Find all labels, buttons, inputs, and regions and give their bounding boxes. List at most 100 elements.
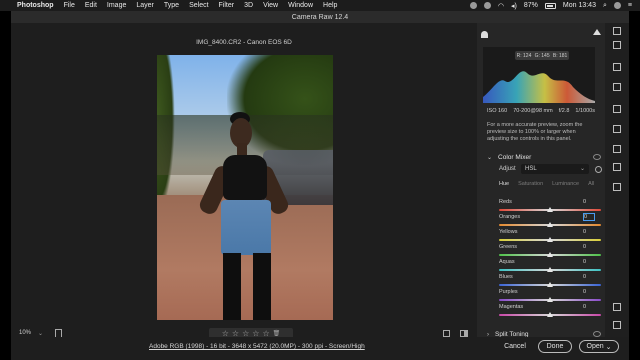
chevron-down-icon[interactable]: ⌄ [487,154,492,161]
slider-thumb[interactable] [547,267,553,272]
exif-aperture: f/2.8 [558,108,570,114]
slider-value[interactable]: 0 [583,244,595,250]
fit-view-icon[interactable] [443,330,450,337]
menu-edit[interactable]: Edit [85,2,97,9]
slider-blues[interactable]: Blues 0 [499,274,601,289]
menu-filter[interactable]: Filter [219,2,235,9]
menu-window[interactable]: Window [288,2,313,9]
slider-thumb[interactable] [547,282,553,287]
tab-luminance[interactable]: Luminance [552,181,579,187]
gradient-icon[interactable] [613,145,621,153]
eyedropper-icon[interactable] [613,303,621,311]
slider-thumb[interactable] [547,237,553,242]
adjust-select-value: HSL [525,166,537,172]
trash-icon[interactable]: 🗑 [273,330,281,337]
clock[interactable]: Mon 13:43 [563,2,596,9]
tab-hue[interactable]: Hue [499,181,509,187]
slider-magentas[interactable]: Magentas 0 [499,304,601,319]
menu-view[interactable]: View [263,2,278,9]
crop-icon[interactable] [613,63,621,71]
search-icon[interactable]: ⌕ [603,2,607,10]
exif-lens: 70-200@98 mm [513,108,553,114]
radial-icon[interactable] [613,163,621,171]
hint-line: preview size to 100% or larger when [487,129,576,135]
before-after-icon[interactable] [460,330,468,337]
slider-thumb[interactable] [547,297,553,302]
list-icon[interactable]: ≡ [628,2,632,9]
slider-value[interactable]: 0 [583,199,595,205]
slider-label: Magentas [499,304,524,310]
volume-icon[interactable]: ◂) [511,2,517,10]
redeye-icon[interactable] [613,125,621,133]
color-mixer-title: Color Mixer [498,154,532,161]
slider-thumb[interactable] [547,222,553,227]
hint-line: adjusting the controls in this panel. [487,136,572,142]
menu-file[interactable]: File [64,2,75,9]
targeted-adjustment-icon[interactable] [595,166,602,173]
slider-yellows[interactable]: Yellows 0 [499,229,601,244]
battery-icon[interactable] [544,2,556,9]
window-title: Camera Raw 12.4 [11,11,629,23]
more-icon[interactable] [613,321,621,329]
siri-icon[interactable] [613,2,621,9]
menu-select[interactable]: Select [189,2,208,9]
exif-shutter: 1/1000s [575,108,595,114]
slider-thumb[interactable] [547,252,553,257]
slider-value[interactable]: 0 [583,259,595,265]
zoom-dropdown-icon[interactable]: ⌄ [38,330,43,337]
slider-label: Oranges [499,214,521,220]
slider-label: Blues [499,274,513,280]
slider-value[interactable]: 0 [583,289,595,295]
photo-preview[interactable] [157,55,333,320]
menu-layer[interactable]: Layer [136,2,154,9]
hint-line: For a more accurate preview, zoom the [487,122,583,128]
r-value: R: 124 [516,52,532,59]
slider-reds[interactable]: Reds 0 [499,199,601,214]
slider-thumb[interactable] [547,312,553,317]
settings-icon[interactable] [613,41,621,49]
open-button[interactable]: Open ⌄ [579,340,619,353]
sync-icon[interactable] [483,2,491,9]
slider-value[interactable]: 0 [583,213,595,221]
slider-label: Purples [499,289,518,295]
slider-value[interactable]: 0 [583,229,595,235]
chevron-down-icon[interactable]: ⌄ [606,343,612,351]
menu-3d[interactable]: 3D [244,2,253,9]
notification-icon[interactable] [469,2,477,9]
adjust-select[interactable]: HSL ⌄ [521,164,589,174]
file-name: IMG_8400.CR2 - Canon EOS 6D [196,39,292,46]
visibility-icon[interactable] [593,154,601,160]
color-mixer-header[interactable]: ⌄ Color Mixer [477,151,605,164]
slider-value[interactable]: 0 [583,304,595,310]
tool-strip [605,23,629,337]
done-button[interactable]: Done [538,340,572,353]
menu-bar: Photoshop File Edit Image Layer Type Sel… [0,0,640,11]
menu-help[interactable]: Help [323,2,337,9]
slider-label: Yellows [499,229,518,235]
snapshot-icon[interactable] [613,183,621,191]
histogram: R: 124 G: 145 B: 181 [483,47,595,103]
slider-greens[interactable]: Greens 0 [499,244,601,259]
clipping-warning-icon[interactable] [593,29,601,35]
slider-purples[interactable]: Purples 0 [499,289,601,304]
workflow-options-link[interactable]: Adobe RGB (1998) - 16 bit - 3648 x 5472 … [149,343,365,350]
wifi-icon[interactable]: ◠ [498,2,504,10]
menu-image[interactable]: Image [107,2,126,9]
menu-app-name[interactable]: Photoshop [17,2,54,9]
brush-icon[interactable] [613,83,621,91]
slider-aquas[interactable]: Aquas 0 [499,259,601,274]
tab-saturation[interactable]: Saturation [518,181,543,187]
slider-value[interactable]: 0 [583,274,595,280]
menu-type[interactable]: Type [164,2,179,9]
cancel-button[interactable]: Cancel [501,340,529,353]
spot-heal-icon[interactable] [613,105,621,113]
battery-percent[interactable]: 87% [524,2,538,9]
open-button-label: Open [586,343,604,350]
cloud-icon[interactable] [481,31,488,38]
exif-iso: ISO 160 [487,108,508,114]
slider-thumb[interactable] [547,207,553,212]
slider-oranges[interactable]: Oranges 0 [499,213,601,229]
tab-all[interactable]: All [588,181,594,187]
zoom-level[interactable]: 10% [19,330,31,336]
edit-icon[interactable] [613,27,621,35]
